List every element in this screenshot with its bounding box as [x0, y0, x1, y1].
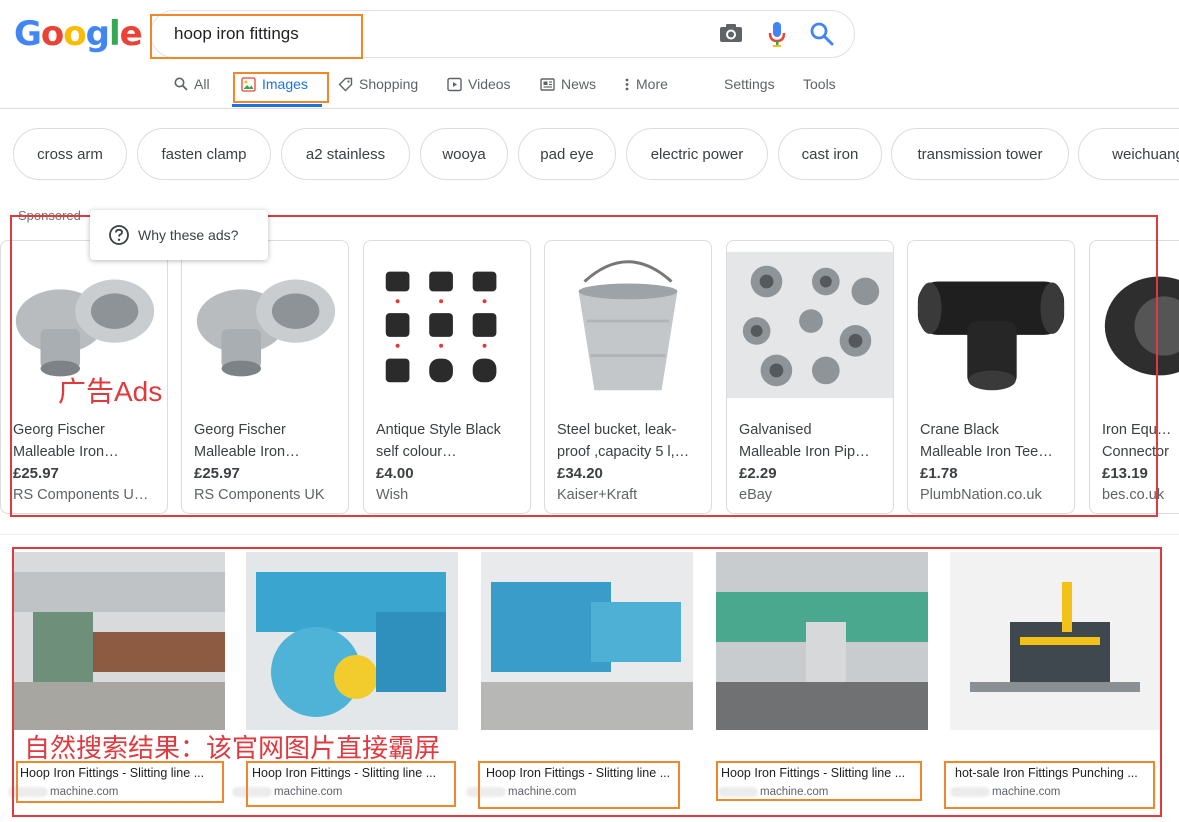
help-icon: [109, 225, 129, 245]
chip-related-search[interactable]: cast iron: [778, 128, 882, 180]
chip-related-search[interactable]: electric power: [626, 128, 768, 180]
play-icon: [447, 77, 462, 91]
ads-annotation: 广告Ads: [58, 376, 163, 407]
chip-related-search[interactable]: cross arm: [13, 128, 127, 180]
query-highlight-box: [150, 14, 363, 59]
tab-shopping[interactable]: Shopping: [338, 76, 418, 92]
section-divider: [0, 534, 1179, 535]
chip-related-search[interactable]: pad eye: [518, 128, 616, 180]
camera-icon[interactable]: [718, 22, 744, 44]
search-icon: [174, 77, 188, 91]
google-logo[interactable]: Google: [14, 14, 143, 54]
header-divider: [0, 108, 1179, 109]
microphone-icon[interactable]: [764, 20, 790, 48]
active-tab-indicator: [232, 104, 322, 107]
chip-related-search[interactable]: transmission tower: [891, 128, 1069, 180]
chip-related-search[interactable]: weichuang: [1078, 128, 1179, 180]
tab-all[interactable]: All: [174, 76, 210, 92]
chip-related-search[interactable]: wooya: [420, 128, 508, 180]
tab-settings[interactable]: Settings: [724, 76, 775, 92]
organic-annotation: 自然搜索结果：该官网图片直接霸屏: [24, 733, 441, 763]
tab-tools[interactable]: Tools: [803, 76, 836, 92]
tag-icon: [338, 77, 353, 91]
ads-highlight-box: [10, 215, 1158, 517]
organic-highlight-box: [12, 547, 1162, 817]
dots-vertical-icon: [625, 78, 629, 90]
tab-more[interactable]: More: [624, 76, 668, 92]
news-icon: [540, 77, 555, 91]
search-tabs: All Images Shopping Videos News More Set…: [0, 76, 1179, 96]
why-these-ads-button[interactable]: Why these ads?: [90, 210, 268, 260]
chip-related-search[interactable]: a2 stainless: [281, 128, 410, 180]
images-tab-highlight-box: [233, 72, 329, 103]
tab-news[interactable]: News: [540, 76, 596, 92]
tab-videos[interactable]: Videos: [447, 76, 511, 92]
chip-related-search[interactable]: fasten clamp: [137, 128, 271, 180]
search-icon[interactable]: [808, 20, 836, 48]
